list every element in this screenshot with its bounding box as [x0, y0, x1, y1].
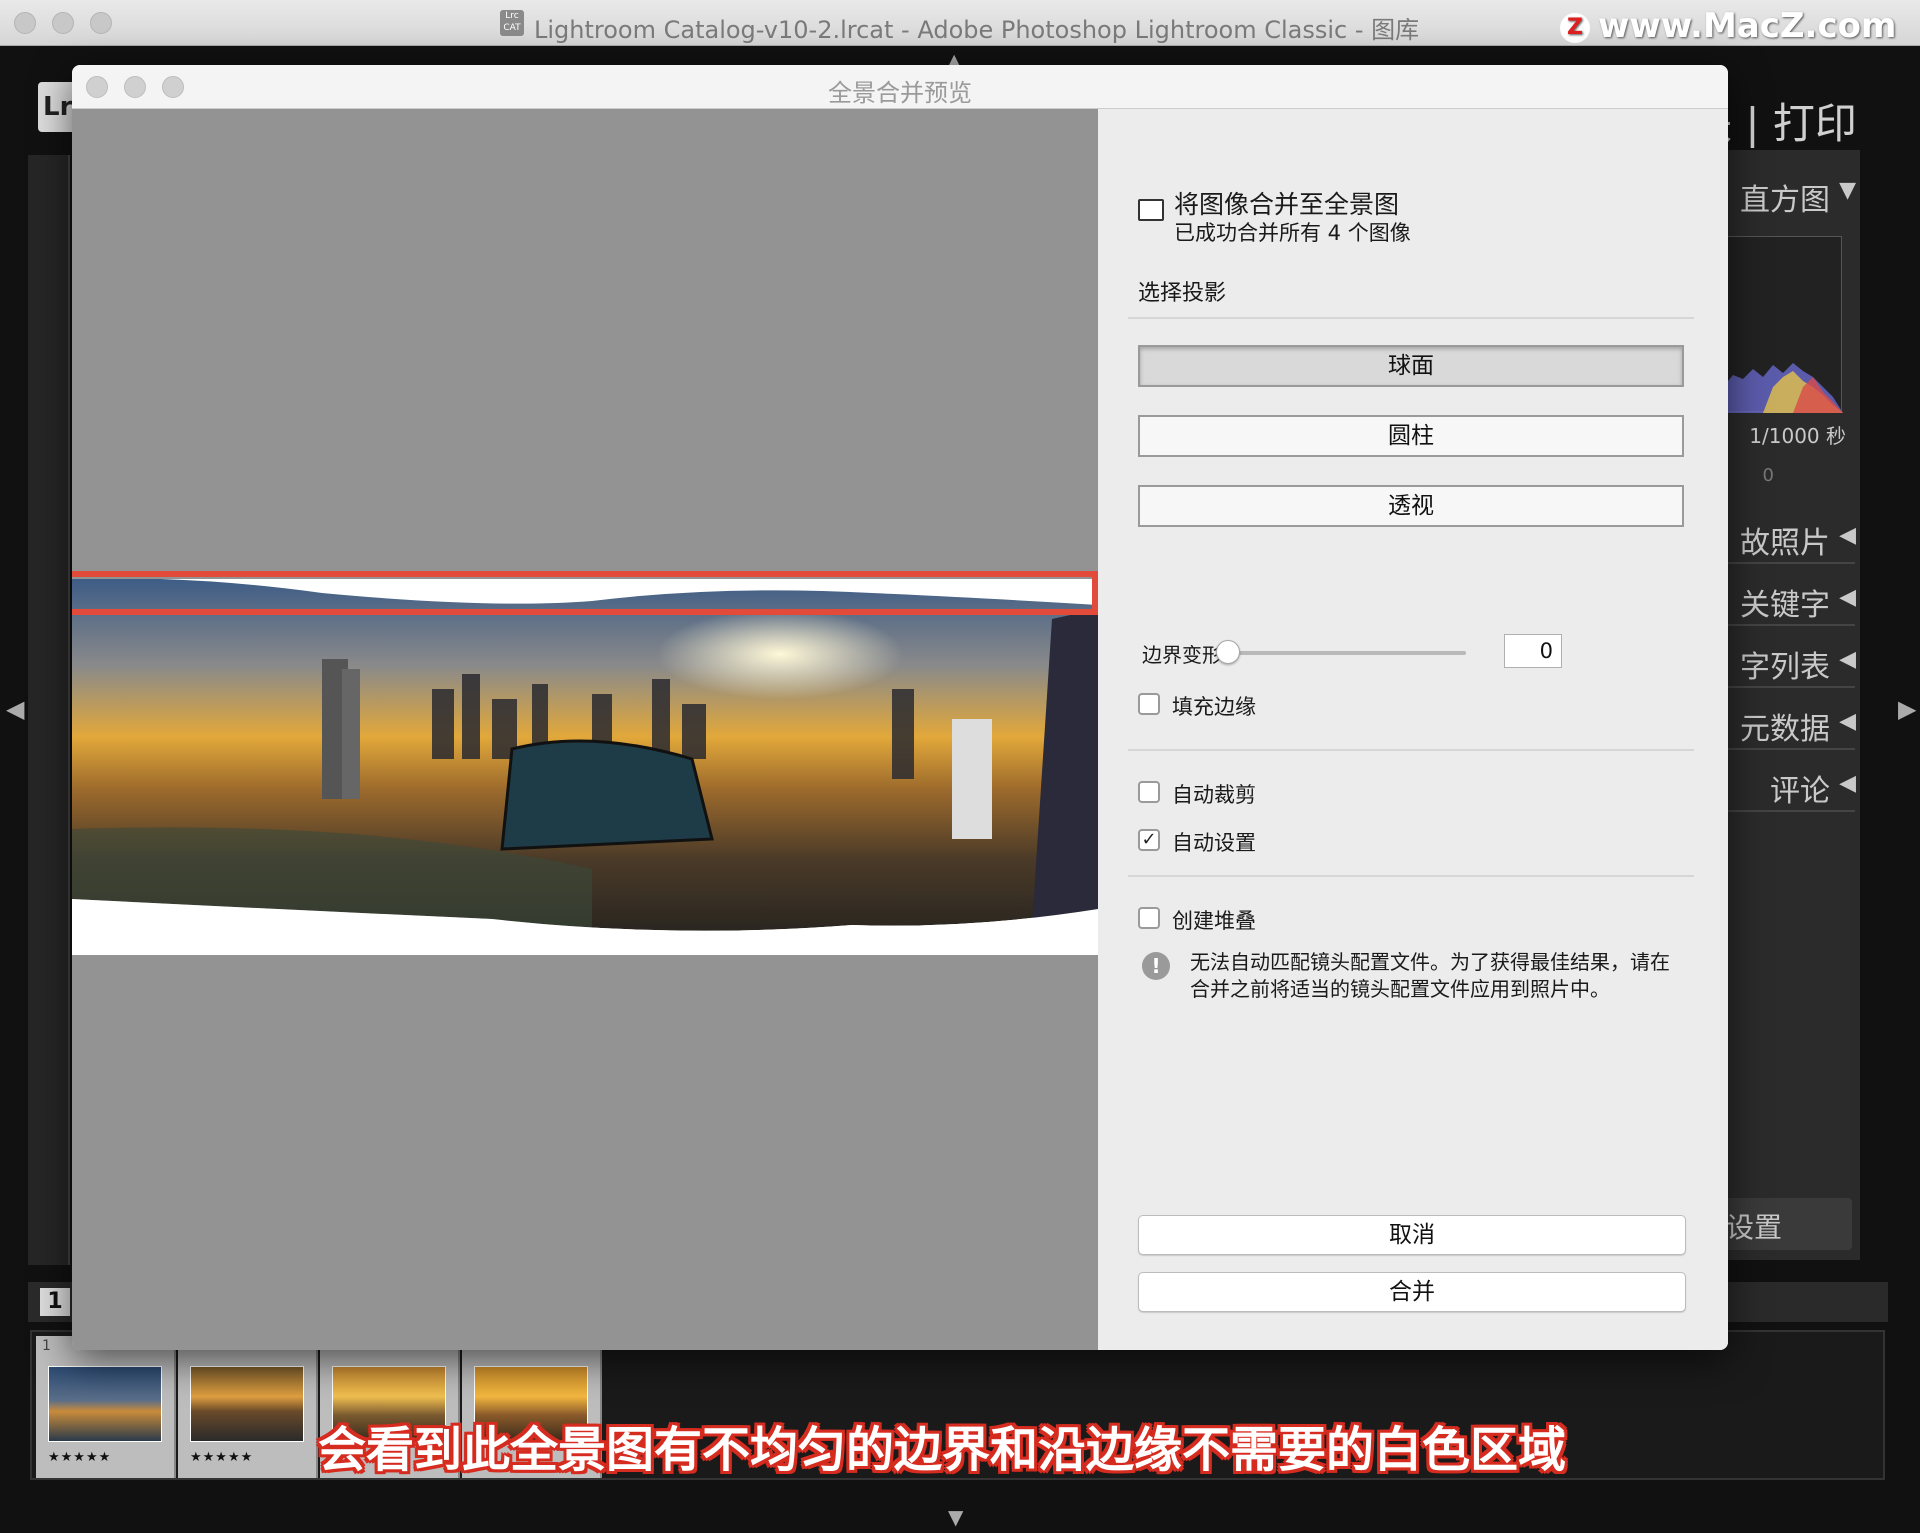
panorama-preview [72, 109, 1098, 1350]
histogram [1722, 236, 1843, 413]
watermark-text: www.MacZ.com [1598, 6, 1897, 46]
histogram-header[interactable]: 直方图 [1740, 175, 1830, 219]
panorama-image [72, 579, 1098, 955]
section-metadata[interactable]: 元数据 [1740, 704, 1830, 748]
create-stack-checkbox[interactable] [1138, 907, 1160, 929]
merge-settings-panel: 将图像合并至全景图 已成功合并所有 4 个图像 选择投影 球面 圆柱 透视 边界… [1098, 109, 1728, 1350]
section-keyword-list[interactable]: 字列表 [1740, 642, 1830, 686]
fill-edges-label: 填充边缘 [1172, 695, 1256, 719]
sync-settings-button[interactable]: 设置 [1720, 1198, 1852, 1250]
zoom-window-button[interactable] [90, 12, 112, 34]
merge-status: 已成功合并所有 4 个图像 [1174, 221, 1411, 245]
boundary-warp-value[interactable]: 0 [1504, 634, 1562, 668]
cancel-button[interactable]: 取消 [1138, 1215, 1686, 1255]
create-stack-label: 创建堆叠 [1172, 909, 1256, 933]
watermark: Zwww.MacZ.com [1560, 6, 1896, 46]
watermark-logo-icon: Z [1560, 12, 1590, 43]
section-comments[interactable]: 评论 [1770, 766, 1830, 810]
left-panel-toggle-icon[interactable]: ◀ [6, 695, 24, 723]
filmstrip-thumb[interactable]: 1 ★★★★★ [36, 1336, 176, 1478]
divider [1128, 317, 1694, 319]
thumb-rating[interactable]: ★★★★★ [48, 1450, 111, 1465]
expand-icon[interactable]: ◀ [1839, 771, 1856, 796]
boundary-warp-slider[interactable] [1230, 651, 1466, 655]
shutter-speed: 1/1000 秒 [1749, 424, 1846, 448]
sync-settings-label: 设置 [1726, 1211, 1783, 1244]
bottom-panel-toggle-icon[interactable]: ▼ [948, 1505, 963, 1529]
auto-settings-checkbox[interactable]: ✓ [1138, 829, 1160, 851]
expand-icon[interactable]: ◀ [1839, 647, 1856, 672]
lens-profile-warning: 无法自动匹配镜头配置文件。为了获得最佳结果，请在合并之前将适当的镜头配置文件应用… [1190, 950, 1670, 1001]
minimize-window-button[interactable] [52, 12, 74, 34]
iso-value: 0 [1762, 465, 1774, 486]
expand-icon[interactable]: ◀ [1839, 709, 1856, 734]
expand-icon[interactable]: ◀ [1839, 585, 1856, 610]
divider [1710, 748, 1855, 750]
dialog-title: 全景合并预览 [828, 79, 972, 107]
divider [1710, 562, 1855, 564]
right-panel-toggle-icon[interactable]: ▶ [1898, 695, 1916, 723]
panorama-merge-dialog: 全景合并预览 将图像合并至全景图 已成功合并所有 4 个图像 选择投影 球面 圆… [72, 65, 1728, 1350]
panorama-icon [1138, 199, 1164, 221]
section-keywording[interactable]: 关键字 [1740, 580, 1830, 624]
divider [1710, 810, 1855, 812]
thumb-image [190, 1366, 304, 1442]
dialog-heading: 将图像合并至全景图 [1174, 190, 1400, 219]
auto-crop-checkbox[interactable] [1138, 781, 1160, 803]
thumb-rating[interactable]: ★★★★★ [190, 1450, 253, 1465]
projection-cylindrical-button[interactable]: 圆柱 [1138, 415, 1684, 457]
projection-label: 选择投影 [1138, 281, 1227, 306]
section-quick-develop[interactable]: 故照片 [1740, 518, 1830, 562]
projection-perspective-button[interactable]: 透视 [1138, 485, 1684, 527]
expand-icon[interactable]: ◀ [1839, 523, 1856, 548]
divider [1128, 749, 1694, 751]
filmstrip-thumb[interactable]: 2 ★★★★★ [178, 1336, 318, 1478]
boundary-warp-slider-knob[interactable] [1216, 640, 1240, 664]
left-panel [28, 155, 70, 1265]
fill-edges-checkbox[interactable] [1138, 693, 1160, 715]
thumb-index: 1 [42, 1338, 51, 1354]
warning-icon: ! [1142, 952, 1170, 980]
lrcat-file-icon: Lrc CAT [500, 10, 524, 36]
divider [1710, 624, 1855, 626]
divider [1128, 875, 1694, 877]
histogram-graph [1723, 363, 1843, 413]
secondary-window-button[interactable]: 1 [40, 1288, 70, 1316]
projection-spherical-button[interactable]: 球面 [1138, 345, 1684, 387]
thumb-image [48, 1366, 162, 1442]
tutorial-caption: 会看到此全景图有不均匀的边界和沿边缘不需要的白色区域 [318, 1422, 1567, 1478]
auto-settings-label: 自动设置 [1172, 831, 1256, 855]
merge-button[interactable]: 合并 [1138, 1272, 1686, 1312]
divider [1710, 686, 1855, 688]
close-window-button[interactable] [14, 12, 36, 34]
highlight-box [72, 571, 1098, 615]
histogram-collapse-icon[interactable]: ▼ [1839, 178, 1856, 203]
auto-crop-label: 自动裁剪 [1172, 783, 1256, 807]
window-title: Lightroom Catalog-v10-2.lrcat - Adobe Ph… [534, 16, 1420, 44]
